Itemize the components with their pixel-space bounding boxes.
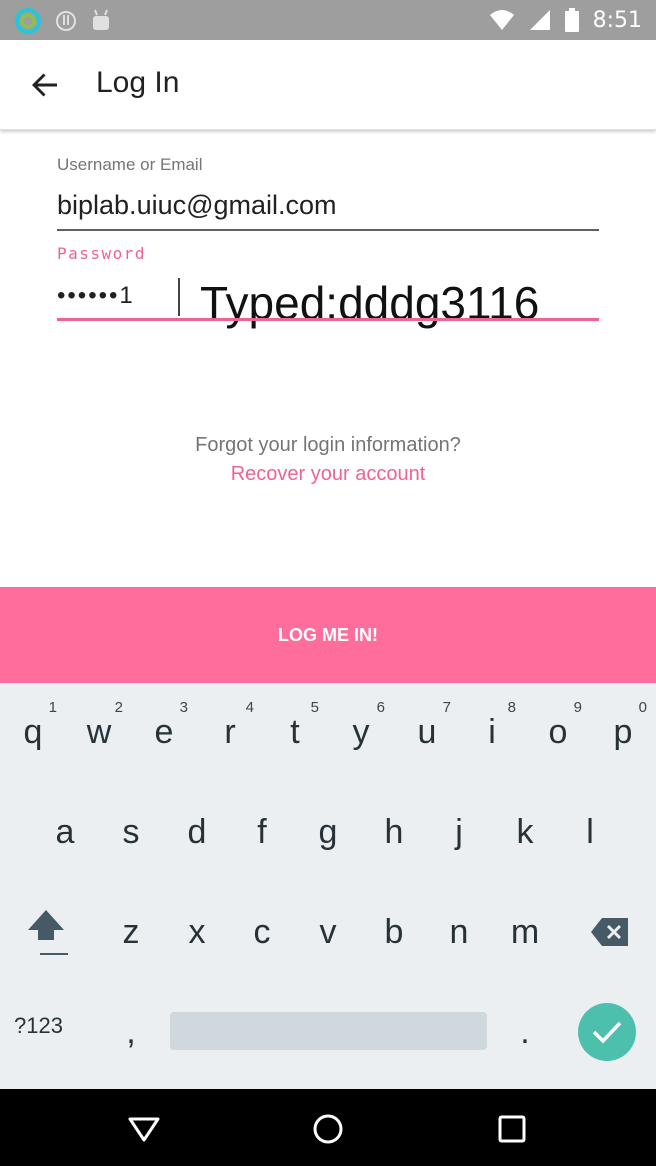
nav-recents-button[interactable] bbox=[492, 1109, 532, 1149]
key-h[interactable]: h bbox=[364, 787, 424, 877]
key-i[interactable]: i8 bbox=[462, 687, 522, 777]
key-y[interactable]: y6 bbox=[331, 687, 391, 777]
symbols-key[interactable]: ?123 bbox=[14, 1013, 63, 1039]
circle-home-icon bbox=[313, 1114, 343, 1144]
key-n[interactable]: n bbox=[429, 887, 489, 977]
username-label: Username or Email bbox=[57, 155, 203, 174]
key-q[interactable]: q1 bbox=[3, 687, 63, 777]
key-hint: 1 bbox=[48, 699, 57, 716]
cellular-signal-icon bbox=[529, 10, 550, 30]
username-underline bbox=[57, 229, 599, 231]
app-bar: Log In bbox=[0, 40, 656, 130]
key-m[interactable]: m bbox=[495, 887, 555, 977]
nav-home-button[interactable] bbox=[308, 1109, 348, 1149]
typed-overlay-text: Typed:dddg3116 bbox=[200, 277, 540, 329]
key-w[interactable]: w2 bbox=[69, 687, 129, 777]
key-s[interactable]: s bbox=[101, 787, 161, 877]
username-input[interactable]: biplab.uiuc@gmail.com bbox=[57, 190, 337, 221]
key-z[interactable]: z bbox=[101, 887, 161, 977]
key-t[interactable]: t5 bbox=[265, 687, 325, 777]
key-hint: 7 bbox=[442, 699, 451, 716]
nav-back-button[interactable] bbox=[124, 1109, 164, 1149]
key-v[interactable]: v bbox=[298, 887, 358, 977]
wifi-icon bbox=[489, 10, 514, 30]
key-hint: 8 bbox=[507, 699, 516, 716]
key-label: i bbox=[488, 712, 496, 751]
status-bar-right: 8:51 bbox=[489, 0, 642, 40]
forgot-login-text: Forgot your login information? bbox=[195, 434, 461, 456]
battery-icon bbox=[564, 8, 579, 32]
key-e[interactable]: e3 bbox=[134, 687, 194, 777]
android-icon bbox=[93, 9, 109, 30]
password-underline bbox=[57, 318, 599, 321]
key-label: p bbox=[613, 712, 633, 751]
space-bar[interactable] bbox=[170, 1012, 487, 1050]
key-a[interactable]: a bbox=[35, 787, 95, 877]
recover-account-link[interactable]: Recover your account bbox=[0, 463, 656, 486]
login-button[interactable]: LOG ME IN! bbox=[0, 587, 656, 683]
key-u[interactable]: u7 bbox=[397, 687, 457, 777]
key-hint: 6 bbox=[376, 699, 385, 716]
clock: 8:51 bbox=[592, 7, 642, 33]
status-bar-left bbox=[14, 7, 112, 35]
arrow-back-icon bbox=[32, 73, 57, 97]
key-l[interactable]: l bbox=[560, 787, 620, 877]
backspace-icon bbox=[591, 918, 628, 946]
key-label: o bbox=[548, 712, 568, 751]
key-x[interactable]: x bbox=[167, 887, 227, 977]
backspace-key[interactable] bbox=[580, 887, 640, 977]
key-c[interactable]: c bbox=[232, 887, 292, 977]
key-label: u bbox=[417, 712, 437, 751]
key-label: e bbox=[154, 712, 174, 751]
app-ring-icon bbox=[15, 8, 41, 34]
key-hint: 0 bbox=[638, 699, 647, 716]
key-label: r bbox=[224, 712, 236, 751]
key-label: q bbox=[23, 712, 43, 751]
key-hint: 5 bbox=[310, 699, 319, 716]
comma-key[interactable]: , bbox=[101, 987, 161, 1077]
key-r[interactable]: r4 bbox=[200, 687, 260, 777]
key-label: w bbox=[86, 712, 112, 751]
shift-key[interactable] bbox=[16, 887, 76, 977]
text-cursor bbox=[178, 278, 180, 316]
square-recents-icon bbox=[498, 1115, 526, 1143]
info-circle-icon bbox=[56, 11, 76, 31]
key-d[interactable]: d bbox=[167, 787, 227, 877]
password-label: Password bbox=[57, 244, 147, 263]
key-g[interactable]: g bbox=[298, 787, 358, 877]
password-input[interactable]: ••••••1 bbox=[57, 282, 135, 310]
key-hint: 2 bbox=[114, 699, 123, 716]
status-bar: 8:51 bbox=[0, 0, 656, 40]
page-title: Log In bbox=[96, 66, 180, 99]
key-k[interactable]: k bbox=[495, 787, 555, 877]
shift-arrow-icon bbox=[28, 910, 68, 955]
key-hint: 3 bbox=[179, 699, 188, 716]
triangle-back-icon bbox=[128, 1117, 160, 1142]
key-j[interactable]: j bbox=[429, 787, 489, 877]
key-o[interactable]: o9 bbox=[528, 687, 588, 777]
enter-key[interactable] bbox=[578, 1003, 636, 1061]
key-b[interactable]: b bbox=[364, 887, 424, 977]
period-key[interactable]: . bbox=[495, 987, 555, 1077]
key-label: t bbox=[290, 712, 300, 751]
key-hint: 4 bbox=[245, 699, 254, 716]
key-p[interactable]: p0 bbox=[593, 687, 653, 777]
soft-keyboard: q1 w2 e3 r4 t5 y6 u7 i8 o9 p0 a s d f g … bbox=[0, 683, 656, 1089]
key-label: y bbox=[352, 712, 370, 751]
back-button[interactable] bbox=[22, 62, 68, 108]
key-f[interactable]: f bbox=[232, 787, 292, 877]
key-hint: 9 bbox=[573, 699, 582, 716]
navigation-bar bbox=[0, 1089, 656, 1166]
checkmark-icon bbox=[592, 1021, 622, 1044]
